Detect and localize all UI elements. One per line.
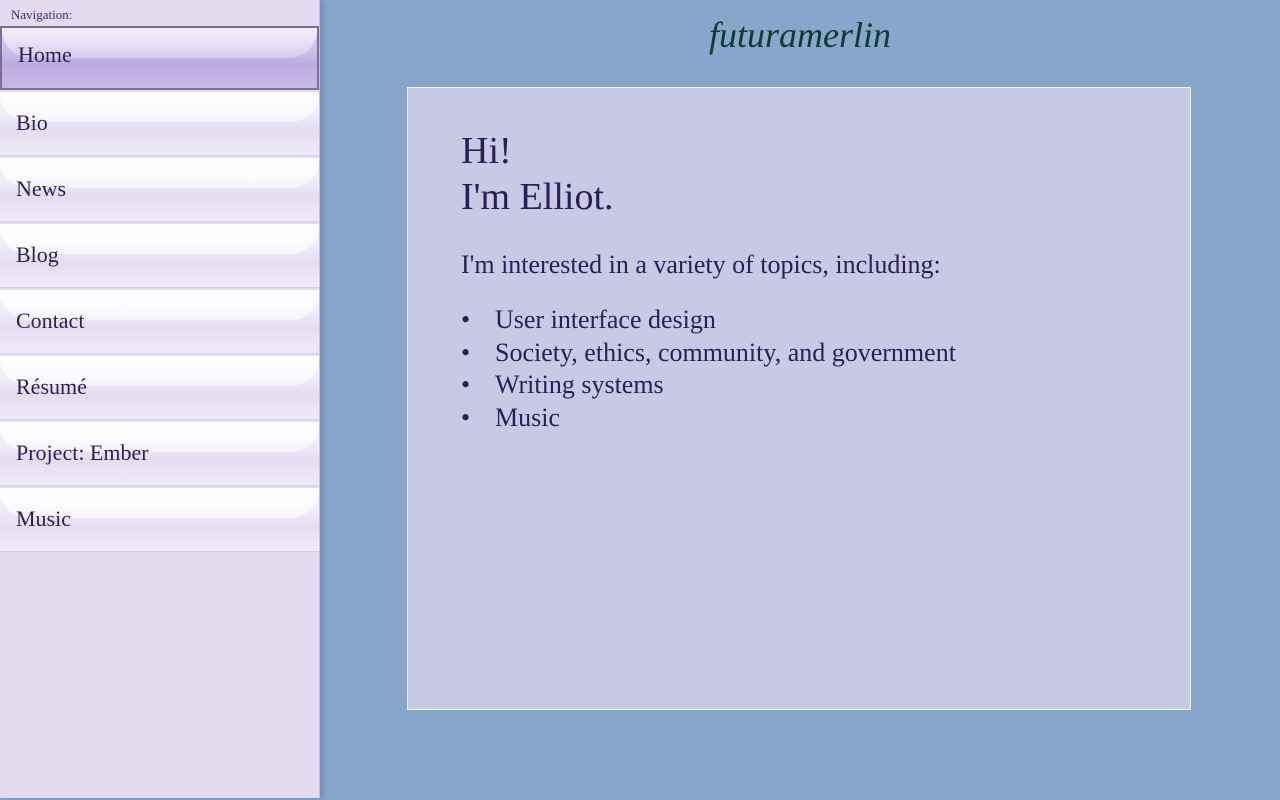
nav-item-label: Bio bbox=[16, 110, 48, 135]
list-item: User interface design bbox=[461, 304, 956, 337]
site-title[interactable]: futuramerlin bbox=[320, 14, 1280, 56]
greeting: Hi! I'm Elliot. bbox=[461, 128, 614, 220]
nav-item-news[interactable]: News bbox=[0, 158, 319, 222]
nav-item-label: Music bbox=[16, 506, 71, 531]
nav-item-contact[interactable]: Contact bbox=[0, 290, 319, 354]
list-item: Writing systems bbox=[461, 369, 956, 402]
sidebar: Navigation: Home Bio News Blog Contact R… bbox=[0, 0, 320, 798]
intro-text: I'm interested in a variety of topics, i… bbox=[461, 250, 941, 279]
nav-item-music[interactable]: Music bbox=[0, 488, 319, 552]
nav-item-label: Contact bbox=[16, 308, 85, 333]
nav-list: Home Bio News Blog Contact Résumé Projec… bbox=[0, 26, 319, 552]
nav-item-label: Résumé bbox=[16, 374, 87, 399]
nav-item-label: Project: Ember bbox=[16, 440, 149, 465]
greeting-line-2: I'm Elliot. bbox=[461, 176, 614, 218]
nav-item-label: Blog bbox=[16, 242, 59, 267]
nav-item-bio[interactable]: Bio bbox=[0, 92, 319, 156]
list-item: Society, ethics, community, and governme… bbox=[461, 337, 956, 370]
nav-item-project-ember[interactable]: Project: Ember bbox=[0, 422, 319, 486]
content-panel: Hi! I'm Elliot. I'm interested in a vari… bbox=[407, 87, 1191, 710]
greeting-line-1: Hi! bbox=[461, 130, 512, 172]
topics-list: User interface design Society, ethics, c… bbox=[461, 304, 956, 434]
list-item: Music bbox=[461, 402, 956, 435]
nav-item-home[interactable]: Home bbox=[0, 26, 319, 90]
nav-item-label: Home bbox=[18, 42, 72, 67]
navigation-caption: Navigation: bbox=[11, 7, 73, 22]
nav-item-blog[interactable]: Blog bbox=[0, 224, 319, 288]
nav-item-resume[interactable]: Résumé bbox=[0, 356, 319, 420]
nav-item-label: News bbox=[16, 176, 67, 201]
